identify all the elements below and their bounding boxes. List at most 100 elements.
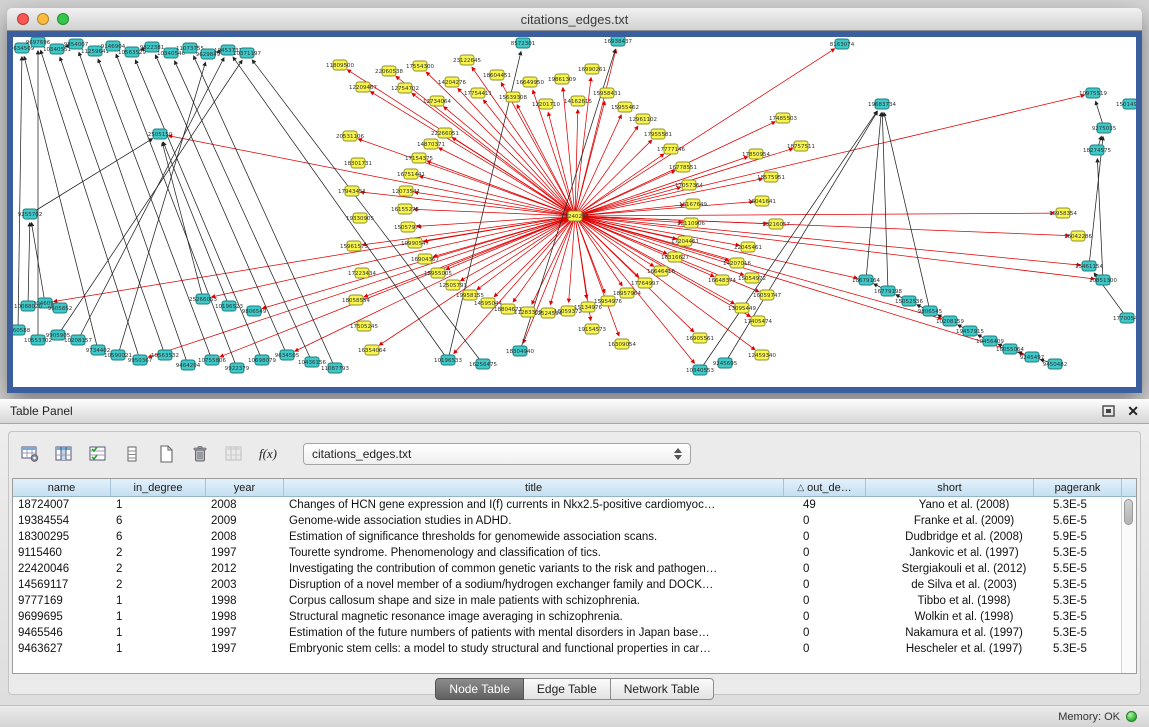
- graph-node[interactable]: 17154375: [405, 153, 433, 163]
- float-panel-icon[interactable]: [1102, 405, 1115, 417]
- graph-node[interactable]: 15955462: [611, 102, 639, 112]
- scrollbar-thumb[interactable]: [1124, 499, 1133, 525]
- graph-node[interactable]: 17223434: [348, 268, 376, 278]
- graph-node[interactable]: 16904367: [411, 254, 439, 264]
- window-titlebar[interactable]: citations_edges.txt: [7, 8, 1142, 31]
- table-row[interactable]: 1830029562008Estimation of significance …: [13, 529, 1136, 545]
- table-row[interactable]: 946362711997Embryonic stem cells: a mode…: [13, 641, 1136, 657]
- graph-node[interactable]: 15958431: [593, 88, 621, 98]
- graph-node[interactable]: 9806545: [918, 306, 943, 316]
- graph-node[interactable]: 14870371: [417, 139, 445, 149]
- graph-node[interactable]: 8572301: [511, 38, 536, 48]
- show-columns-icon[interactable]: [51, 441, 77, 467]
- graph-node[interactable]: 16648374: [708, 275, 736, 285]
- graph-node[interactable]: 10196523: [215, 301, 243, 311]
- graph-node[interactable]: 18575951: [757, 172, 785, 182]
- network-graph[interactable]: 1724029511809500122094672206053812754702…: [13, 37, 1136, 387]
- graph-node[interactable]: 15461154: [1075, 261, 1103, 271]
- graph-node[interactable]: 16354064: [358, 345, 386, 355]
- graph-node[interactable]: 10208159: [936, 316, 964, 326]
- table-row[interactable]: 969969511998Structural magnetic resonanc…: [13, 609, 1136, 625]
- graph-node[interactable]: 16646416: [647, 266, 675, 276]
- graph-node[interactable]: 9245497: [1020, 352, 1045, 362]
- graph-node[interactable]: 16778551: [669, 162, 697, 172]
- graph-node[interactable]: 19683734: [868, 99, 896, 109]
- select-functions-icon[interactable]: [85, 441, 111, 467]
- graph-node[interactable]: 14207016: [723, 258, 751, 268]
- row-list-icon[interactable]: [119, 441, 145, 467]
- graph-node[interactable]: 14595044: [474, 298, 502, 308]
- table-row[interactable]: 946554611997Estimation of the future num…: [13, 625, 1136, 641]
- graph-node[interactable]: 16649950: [516, 77, 544, 87]
- graph-node[interactable]: 25266053: [189, 294, 217, 304]
- graph-node[interactable]: 12505793: [439, 280, 467, 290]
- graph-node[interactable]: 15014974: [1116, 99, 1136, 109]
- column-header-out-de-[interactable]: △out_de…: [784, 479, 866, 497]
- graph-node[interactable]: 18679164: [852, 275, 880, 285]
- column-header-pagerank[interactable]: pagerank: [1034, 479, 1122, 497]
- close-window-button[interactable]: [17, 13, 29, 25]
- graph-node[interactable]: 12110906: [677, 218, 705, 228]
- graph-node[interactable]: 16155275: [391, 204, 419, 214]
- graph-node[interactable]: 17764997: [631, 278, 659, 288]
- function-builder-icon[interactable]: f(x): [255, 441, 281, 467]
- graph-node[interactable]: 15052536: [895, 296, 923, 306]
- graph-node[interactable]: 19861309: [548, 74, 576, 84]
- graph-node[interactable]: 16167649: [679, 199, 707, 209]
- graph-node[interactable]: 17405474: [744, 316, 772, 326]
- graph-node[interactable]: 13095449: [728, 303, 756, 313]
- graph-node[interactable]: 12734064: [423, 96, 451, 106]
- graph-node[interactable]: 18301731: [344, 158, 372, 168]
- graph-node[interactable]: 16041641: [748, 196, 776, 206]
- graph-node[interactable]: 14204276: [438, 77, 466, 87]
- graph-node[interactable]: 17554300: [406, 61, 434, 71]
- graph-node[interactable]: 20531106: [336, 131, 364, 141]
- table-settings-icon[interactable]: [17, 441, 43, 467]
- graph-node[interactable]: 12961102: [629, 114, 657, 124]
- graph-node[interactable]: 11809500: [326, 60, 354, 70]
- graph-node[interactable]: 16938437: [604, 37, 632, 46]
- graph-node[interactable]: 2505150: [148, 129, 173, 139]
- tab-node-table[interactable]: Node Table: [435, 678, 524, 700]
- graph-node[interactable]: 9634505: [275, 350, 300, 360]
- tab-edge-table[interactable]: Edge Table: [524, 678, 611, 700]
- graph-node[interactable]: 10755806: [198, 355, 226, 365]
- graph-node[interactable]: 15955005: [424, 268, 452, 278]
- column-header-short[interactable]: short: [866, 479, 1034, 497]
- graph-node[interactable]: 16751441: [397, 169, 425, 179]
- graph-node[interactable]: 12073541: [392, 186, 420, 196]
- graph-node[interactable]: 9697696: [26, 37, 51, 47]
- graph-node[interactable]: 22266051: [431, 128, 459, 138]
- graph-node[interactable]: 16055064: [996, 344, 1024, 354]
- table-selector-dropdown[interactable]: citations_edges.txt: [303, 443, 691, 465]
- graph-node[interactable]: 10196533: [434, 355, 462, 365]
- graph-node[interactable]: 10456409: [976, 336, 1004, 346]
- graph-node[interactable]: 17850954: [742, 149, 770, 159]
- graph-node[interactable]: 9464204: [176, 360, 201, 370]
- delete-table-icon[interactable]: [187, 441, 213, 467]
- graph-node[interactable]: 16256475: [469, 359, 497, 369]
- graph-node[interactable]: 9360588: [13, 325, 31, 335]
- graph-node[interactable]: 10975519: [1079, 88, 1107, 98]
- table-row[interactable]: 977716911998Corpus callosum shape and si…: [13, 593, 1136, 609]
- graph-node[interactable]: 17777146: [657, 144, 685, 154]
- graph-node[interactable]: 23122645: [453, 55, 481, 65]
- graph-node[interactable]: 17943451: [338, 186, 366, 196]
- graph-node[interactable]: 9922379: [225, 363, 250, 373]
- table-row[interactable]: 911546021997Tourette syndrome. Phenomeno…: [13, 545, 1136, 561]
- graph-node[interactable]: 9806549: [242, 306, 267, 316]
- graph-node[interactable]: 16779198: [874, 286, 902, 296]
- graph-node[interactable]: 12754702: [391, 83, 419, 93]
- table-row[interactable]: 1872400712008Changes of HCN gene express…: [13, 497, 1136, 513]
- graph-node[interactable]: 18304940: [506, 346, 534, 356]
- graph-node[interactable]: 18957964: [613, 288, 641, 298]
- column-header-name[interactable]: name: [13, 479, 111, 497]
- graph-node[interactable]: 17485503: [769, 113, 797, 123]
- graph-node[interactable]: 10340553: [686, 365, 714, 375]
- graph-node[interactable]: 16042286: [1064, 231, 1092, 241]
- graph-node[interactable]: 22060538: [375, 66, 403, 76]
- graph-node[interactable]: 9245695: [713, 358, 738, 368]
- graph-node[interactable]: 10698079: [248, 355, 276, 365]
- graph-node[interactable]: 16905561: [686, 333, 714, 343]
- graph-node[interactable]: 9255702: [18, 209, 43, 219]
